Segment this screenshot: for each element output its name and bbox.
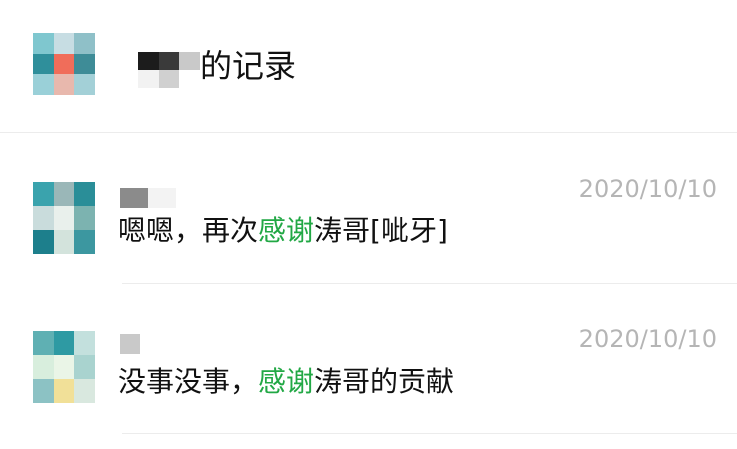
highlight-keyword: 感谢 xyxy=(258,214,315,247)
pixelated-tile xyxy=(158,52,180,70)
pixelated-tile xyxy=(74,182,95,206)
pixelated-tile xyxy=(53,355,75,379)
pixelated-tile xyxy=(33,53,54,75)
page-title: 的记录 xyxy=(200,47,297,85)
pixelated-tile xyxy=(53,206,75,230)
pixelated-tile xyxy=(53,182,75,206)
pixelated-tile xyxy=(53,74,75,95)
chat-record-header: 的记录 xyxy=(0,0,737,133)
pixelated-tile xyxy=(74,33,95,54)
pixelated-tile xyxy=(120,188,148,208)
pixelated-tile xyxy=(53,53,75,75)
pixelated-tile xyxy=(33,355,54,379)
text-part: 没事没事， xyxy=(118,365,259,398)
pixelated-tile xyxy=(53,33,75,54)
pixelated-tile xyxy=(33,230,54,254)
group-avatar[interactable] xyxy=(33,33,95,95)
message-date: 2020/10/10 xyxy=(578,325,717,353)
pixelated-tile xyxy=(179,70,200,88)
pixelated-tile xyxy=(33,33,54,54)
pixelated-tile xyxy=(33,331,54,355)
message-text: 没事没事，感谢涛哥的贡献 xyxy=(118,364,454,400)
divider xyxy=(122,433,737,434)
pixelated-tile xyxy=(33,182,54,206)
pixelated-tile xyxy=(74,230,95,254)
pixelated-tile xyxy=(158,70,180,88)
pixelated-tile xyxy=(74,74,95,95)
pixelated-tile xyxy=(74,331,95,355)
pixelated-tile xyxy=(148,188,176,208)
sender-avatar[interactable] xyxy=(33,331,95,403)
message-date: 2020/10/10 xyxy=(578,175,717,203)
pixelated-tile xyxy=(138,70,159,88)
pixelated-tile xyxy=(33,74,54,95)
message-text: 嗯嗯，再次感谢涛哥[呲牙] xyxy=(118,213,448,249)
pixelated-tile xyxy=(74,206,95,230)
divider xyxy=(0,132,737,133)
pixelated-tile xyxy=(74,53,95,75)
text-part: 涛哥的贡献 xyxy=(314,365,455,398)
divider xyxy=(122,283,737,284)
sender-avatar[interactable] xyxy=(33,182,95,254)
pixelated-tile xyxy=(138,52,159,70)
pixelated-tile xyxy=(33,379,54,403)
text-part: 嗯嗯，再次 xyxy=(118,214,259,247)
pixelated-tile xyxy=(74,379,95,403)
redacted-sender-name xyxy=(120,188,176,208)
redacted-sender-name xyxy=(120,334,160,354)
pixelated-tile xyxy=(120,334,140,354)
redacted-name xyxy=(138,52,200,88)
pixelated-tile xyxy=(179,52,200,70)
pixelated-tile xyxy=(53,331,75,355)
pixelated-tile xyxy=(53,379,75,403)
text-part: 涛哥[呲牙] xyxy=(314,214,448,247)
pixelated-tile xyxy=(33,206,54,230)
highlight-keyword: 感谢 xyxy=(258,365,315,398)
pixelated-tile xyxy=(74,355,95,379)
pixelated-tile xyxy=(140,334,160,354)
pixelated-tile xyxy=(53,230,75,254)
